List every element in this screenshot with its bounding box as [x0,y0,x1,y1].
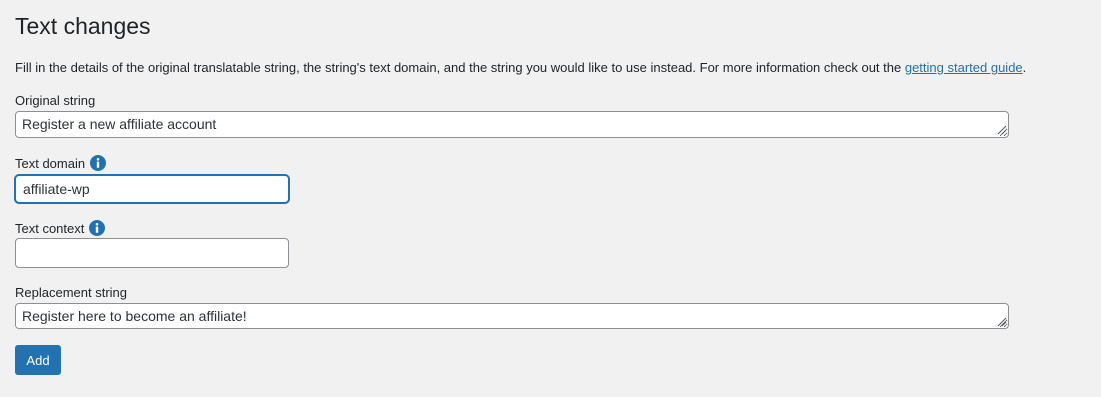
description-end: . [1022,60,1027,75]
description-text: Fill in the details of the original tran… [15,60,905,75]
replacement-string-label-text: Replacement string [15,285,127,300]
original-string-label-text: Original string [15,93,96,108]
text-domain-label-text: Text domain [15,156,86,171]
page-title: Text changes [15,13,151,39]
original-string-label: Original string [15,92,95,110]
replacement-string-field[interactable]: Register here to become an affiliate! [15,303,1009,329]
add-button[interactable]: Add [15,345,61,375]
info-icon[interactable] [90,154,107,171]
getting-started-guide-link[interactable]: getting started guide [905,60,1023,75]
info-icon[interactable] [89,219,106,236]
text-domain-field[interactable] [15,175,289,203]
text-domain-label: Text domain [15,154,107,173]
page-description: Fill in the details of the original tran… [15,59,1026,77]
text-context-label: Text context [15,219,106,238]
text-context-label-text: Text context [15,221,85,236]
text-context-field[interactable] [15,238,289,268]
original-string-field[interactable]: Register a new affiliate account [15,111,1009,138]
replacement-string-label: Replacement string [15,284,127,302]
